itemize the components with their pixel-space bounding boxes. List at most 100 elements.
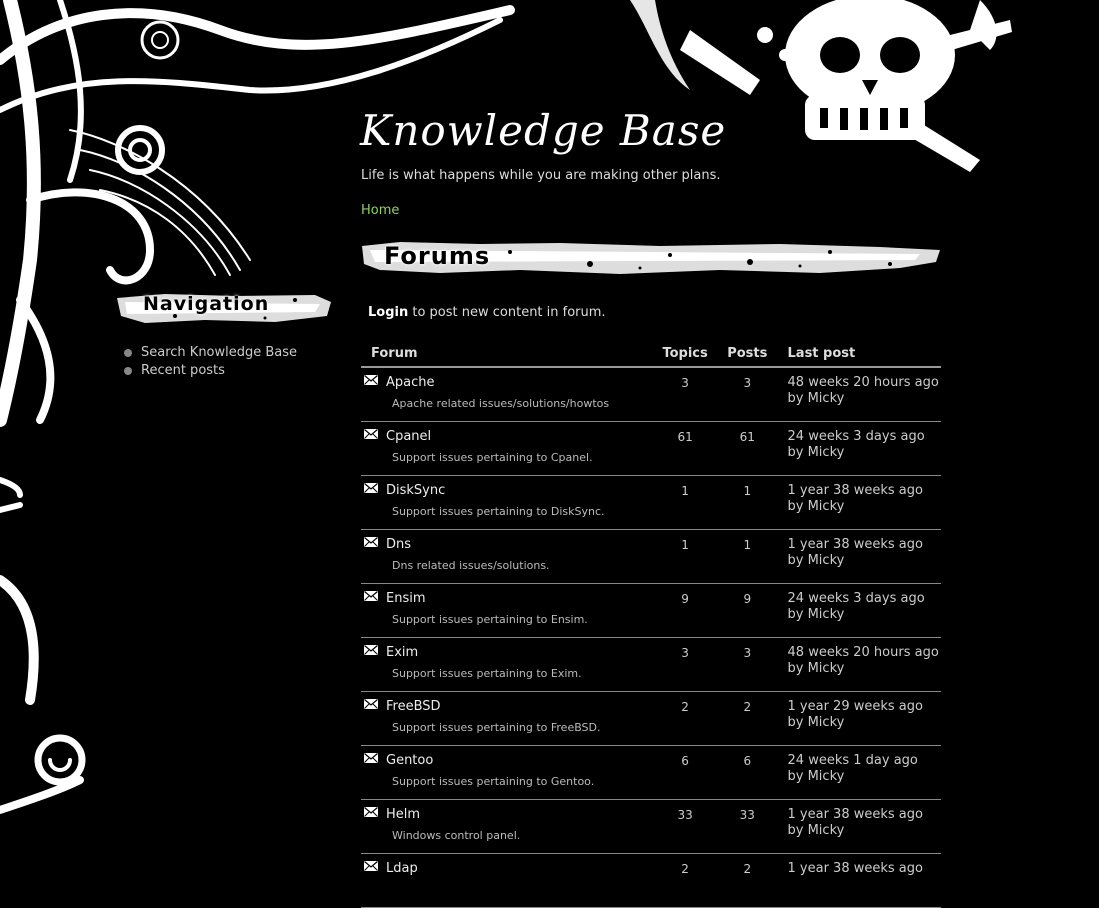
envelope-icon [364,374,378,389]
forum-description: Support issues pertaining to DiskSync. [392,505,605,518]
topics-count: 3 [681,646,689,660]
last-post-author[interactable]: by Micky [788,661,941,677]
breadcrumb-home[interactable]: Home [361,203,399,218]
forum-name-link[interactable]: Exim [386,645,654,661]
forum-name-link[interactable]: Gentoo [386,753,654,769]
topics-count: 3 [681,376,689,390]
last-post-author[interactable]: by Micky [788,769,941,785]
header-topics[interactable]: Topics [654,341,717,368]
last-post-cell: 1 year 38 weeks ago by Micky [778,475,941,530]
last-post-author[interactable]: by Micky [788,823,941,839]
header-forum[interactable]: Forum [361,341,655,368]
table-row: Ldap 2 2 1 year 38 weeks ago [361,853,941,908]
header-last-post[interactable]: Last post [778,341,941,368]
forum-cell: Exim Support issues pertaining to Exim. [361,637,655,692]
forum-name-link[interactable]: FreeBSD [386,699,654,715]
navigation-heading-banner: Navigation [115,290,333,326]
envelope-icon [364,590,378,605]
envelope-icon [364,536,378,551]
site-slogan: Life is what happens while you are makin… [361,168,721,183]
login-note-text: to post new content in forum. [408,305,606,320]
forum-description: Support issues pertaining to Cpanel. [392,451,593,464]
topics-count: 61 [677,430,693,444]
table-row: Apache Apache related issues/solutions/ho… [361,367,941,422]
forum-cell: Gentoo Support issues pertaining to Gento… [361,745,655,800]
last-post-time: 1 year 38 weeks ago [787,807,923,822]
posts-cell: 2 [716,853,779,908]
topics-cell: 2 [654,853,717,908]
envelope-icon [364,806,378,821]
posts-count: 2 [743,700,752,714]
forum-description: Windows control panel. [392,829,521,842]
topics-count: 33 [677,808,693,822]
sidebar-item-recent-posts[interactable]: Recent posts [124,362,297,380]
last-post-author[interactable]: by Micky [788,499,941,515]
topics-count: 2 [681,862,689,876]
posts-count: 3 [743,646,752,660]
last-post-time: 48 weeks 20 hours ago [787,375,939,390]
posts-count: 3 [743,376,752,390]
forum-table: Forum Topics Posts Last post Apache Apach… [361,341,941,908]
topics-count: 6 [681,754,689,768]
table-row: FreeBSD Support issues pertaining to Free… [361,691,941,746]
forum-description: Dns related issues/solutions. [392,559,550,572]
sidebar-item-label[interactable]: Search Knowledge Base [141,344,297,362]
forums-heading: Forums [384,242,491,270]
table-row: Cpanel Support issues pertaining to Cpane… [361,421,941,476]
last-post-time: 48 weeks 20 hours ago [787,645,939,660]
forum-cell: DiskSync Support issues pertaining to Dis… [361,475,655,530]
posts-cell: 9 [716,583,779,638]
last-post-time: 1 year 29 weeks ago [787,699,923,714]
forum-name-link[interactable]: Dns [386,537,654,553]
forum-name-link[interactable]: Cpanel [386,429,654,445]
last-post-cell: 24 weeks 3 days ago by Micky [778,583,941,638]
last-post-author[interactable]: by Micky [788,715,941,731]
forum-cell: FreeBSD Support issues pertaining to Free… [361,691,655,746]
last-post-author[interactable]: by Micky [788,607,941,623]
last-post-cell: 48 weeks 20 hours ago by Micky [778,367,941,422]
posts-count: 9 [743,592,752,606]
sidebar-nav-list: Search Knowledge Base Recent posts [124,344,297,380]
table-row: Ensim Support issues pertaining to Ensim.… [361,583,941,638]
last-post-cell: 24 weeks 1 day ago by Micky [778,745,941,800]
last-post-time: 24 weeks 3 days ago [787,429,925,444]
posts-count: 61 [739,430,755,444]
last-post-cell: 1 year 38 weeks ago by Micky [778,529,941,584]
last-post-cell: 48 weeks 20 hours ago by Micky [778,637,941,692]
forum-description: Apache related issues/solutions/howtos [392,397,610,410]
last-post-author[interactable]: by Micky [788,391,941,407]
forum-cell: Cpanel Support issues pertaining to Cpane… [361,421,655,476]
header-posts[interactable]: Posts [716,341,779,368]
posts-count: 33 [739,808,755,822]
forum-name-link[interactable]: Ldap [386,861,654,877]
last-post-author[interactable]: by Micky [788,445,941,461]
last-post-author[interactable]: by Micky [788,553,941,569]
forum-name-link[interactable]: Apache [386,375,654,391]
envelope-icon [364,428,378,443]
posts-count: 2 [743,862,752,876]
topics-cell: 33 [654,799,717,854]
topics-count: 1 [681,538,689,552]
posts-cell: 1 [716,529,779,584]
forum-description: Support issues pertaining to Gentoo. [392,775,595,788]
forum-description: Support issues pertaining to Ensim. [392,613,588,626]
sidebar-item-search[interactable]: Search Knowledge Base [124,344,297,362]
last-post-cell: 1 year 29 weeks ago by Micky [778,691,941,746]
posts-cell: 1 [716,475,779,530]
topics-cell: 6 [654,745,717,800]
forum-name-link[interactable]: Ensim [386,591,654,607]
bullet-icon [124,367,132,375]
table-row: Exim Support issues pertaining to Exim. 3 3… [361,637,941,692]
posts-cell: 6 [716,745,779,800]
table-row: Dns Dns related issues/solutions. 1 1 1 year… [361,529,941,584]
login-link[interactable]: Login [368,305,408,320]
last-post-time: 1 year 38 weeks ago [787,537,923,552]
last-post-time: 24 weeks 3 days ago [787,591,925,606]
last-post-time: 1 year 38 weeks ago [787,483,923,498]
envelope-icon [364,482,378,497]
sidebar-item-label[interactable]: Recent posts [141,362,225,380]
forum-name-link[interactable]: Helm [386,807,654,823]
forum-name-link[interactable]: DiskSync [386,483,654,499]
forum-cell: Ensim Support issues pertaining to Ensim. [361,583,655,638]
site-title[interactable]: Knowledge Base [360,106,726,155]
